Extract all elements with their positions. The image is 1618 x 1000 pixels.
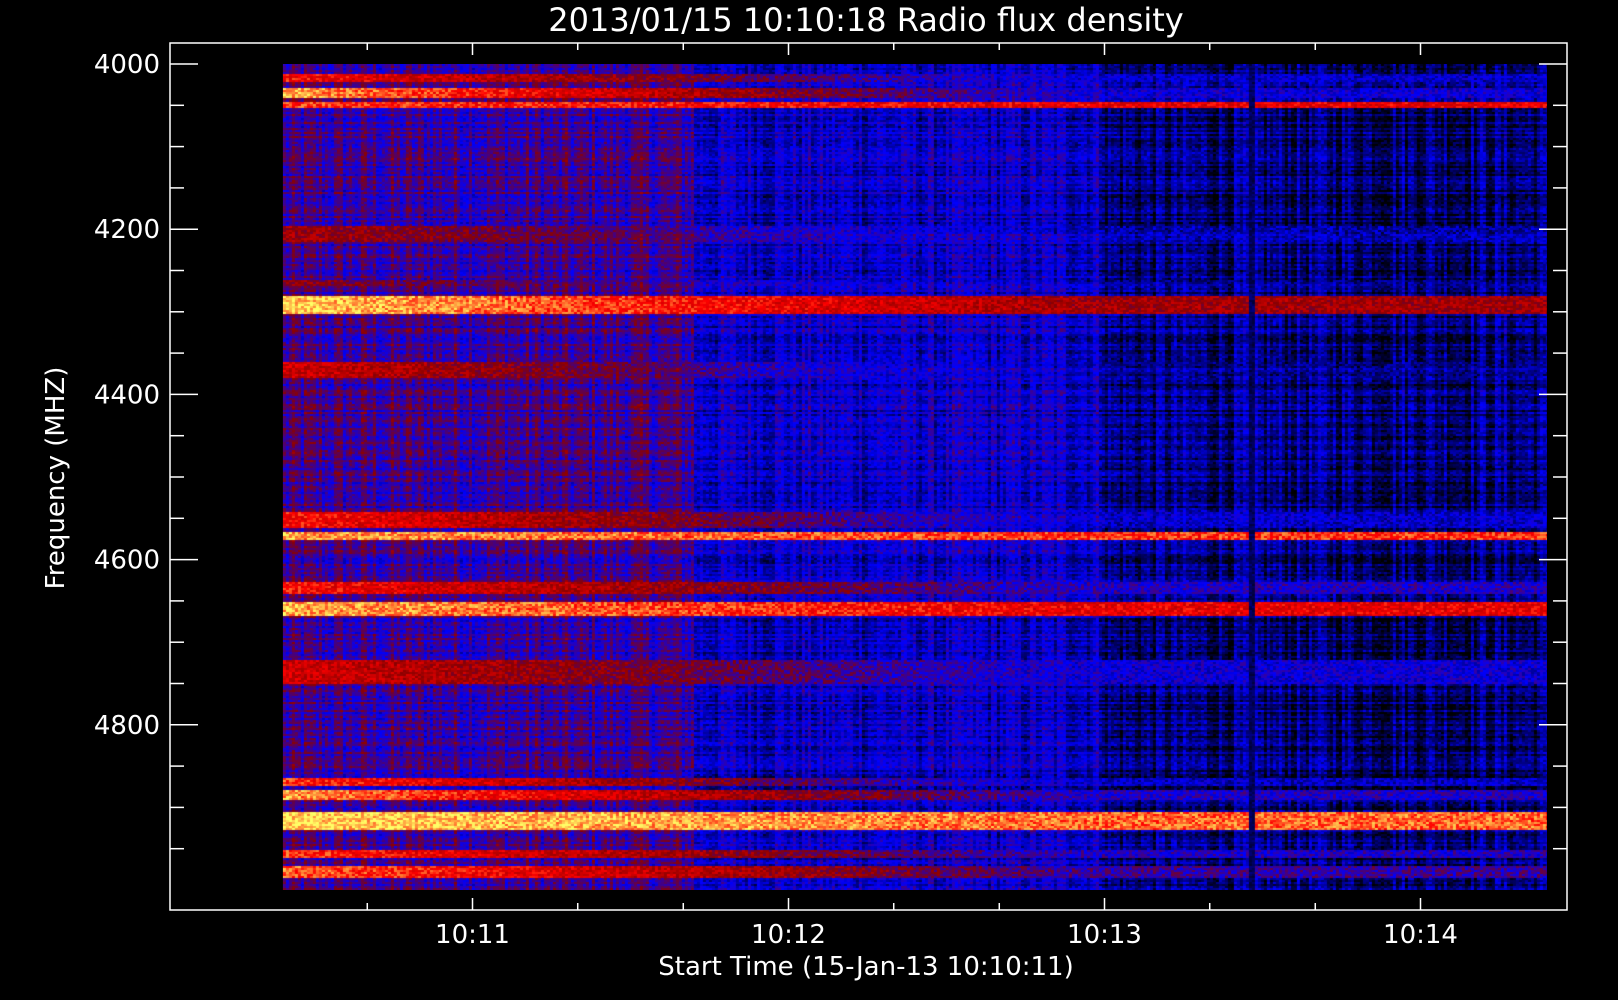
y-tick-label: 4600 bbox=[94, 546, 160, 576]
x-tick-label: 10:14 bbox=[1383, 920, 1458, 950]
spectrogram-figure: 2013/01/15 10:10:18 Radio flux density 1… bbox=[0, 0, 1618, 1000]
y-tick-label: 4000 bbox=[94, 50, 160, 80]
x-axis-label: Start Time (15-Jan-13 10:10:11) bbox=[658, 952, 1073, 982]
spectrogram-heatmap bbox=[282, 64, 1547, 890]
y-axis-label: Frequency (MHZ) bbox=[41, 367, 71, 590]
x-tick-label: 10:13 bbox=[1067, 920, 1142, 950]
y-tick-label: 4200 bbox=[94, 215, 160, 245]
x-tick-label: 10:12 bbox=[751, 920, 826, 950]
heatmap-image bbox=[282, 64, 1547, 890]
y-tick-label: 4800 bbox=[94, 711, 160, 741]
x-tick-label: 10:11 bbox=[435, 920, 510, 950]
chart-title: 2013/01/15 10:10:18 Radio flux density bbox=[548, 1, 1183, 39]
y-tick-label: 4400 bbox=[94, 380, 160, 410]
